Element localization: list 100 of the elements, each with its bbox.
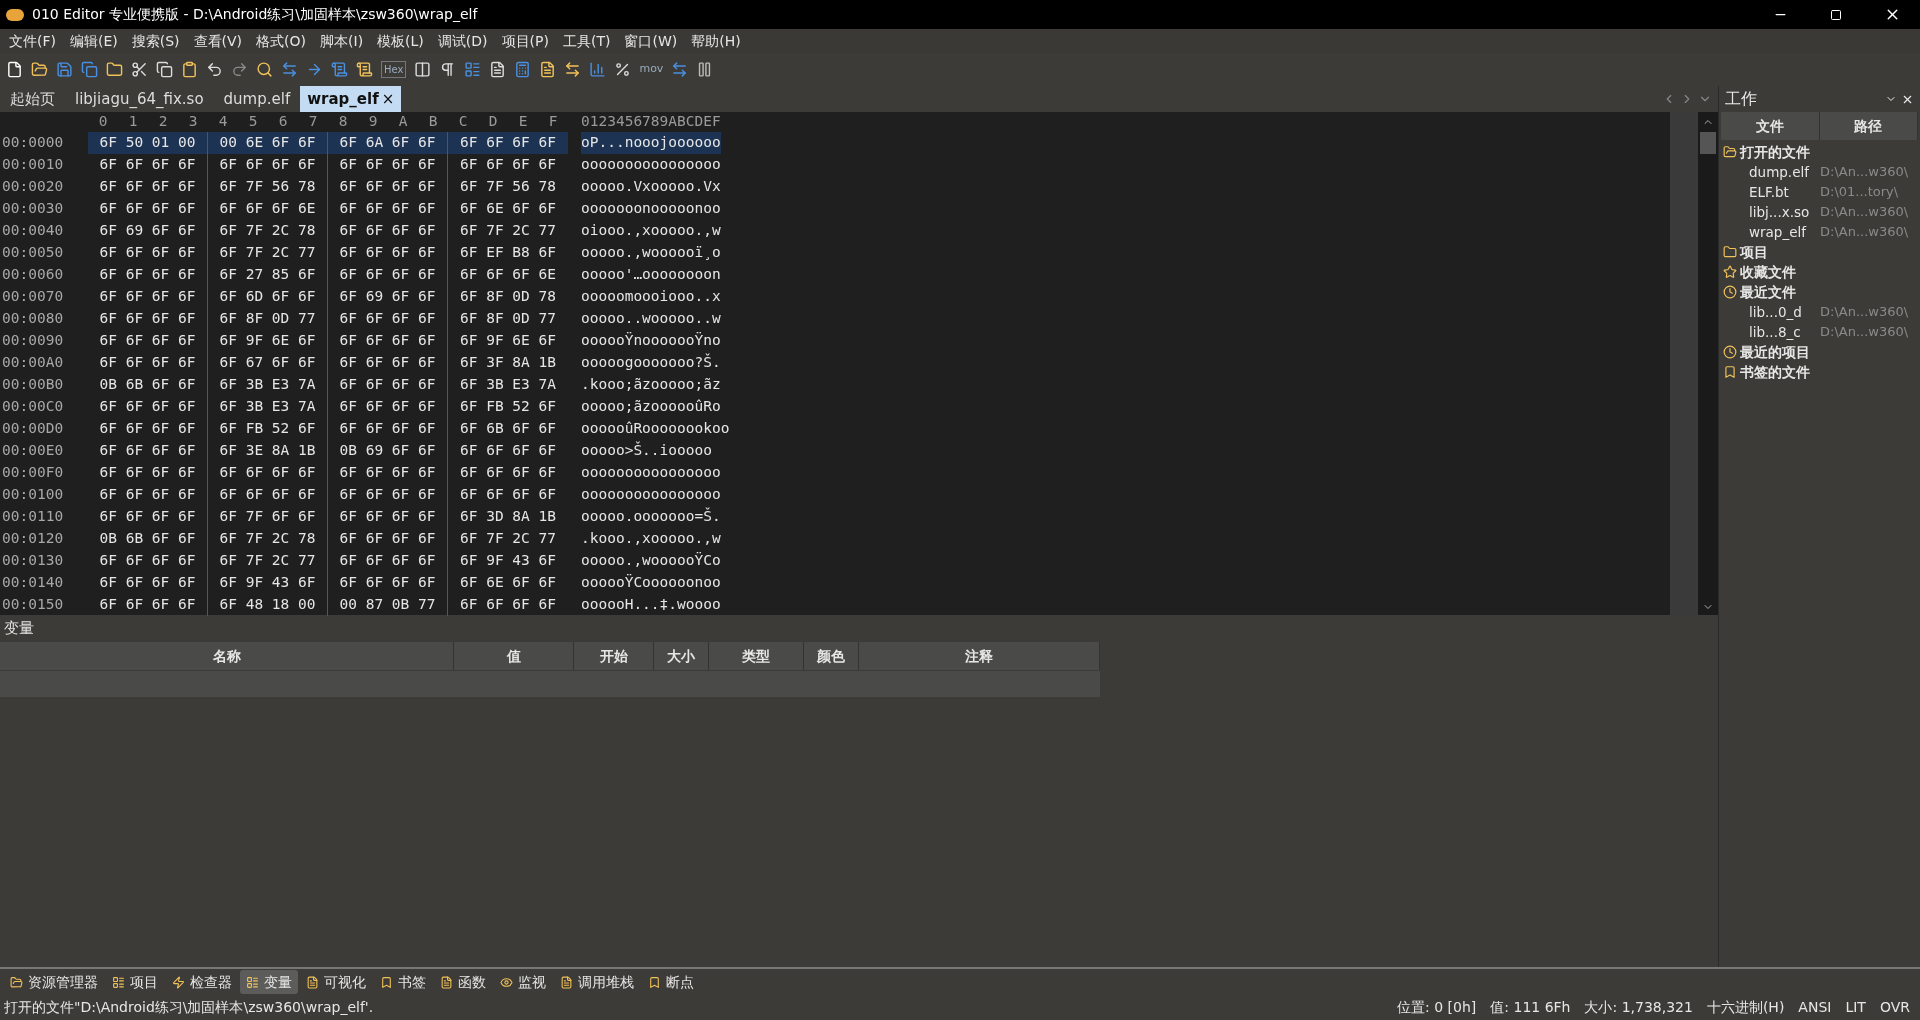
file-name[interactable]: lib...0_d	[1719, 301, 1820, 323]
menu-item[interactable]: 模板(L)	[370, 30, 431, 52]
column-header: 9	[367, 112, 379, 132]
new-file-icon[interactable]	[6, 61, 23, 78]
menu-item[interactable]: 工具(T)	[555, 30, 618, 52]
file-name[interactable]: lib...8_c	[1719, 321, 1820, 343]
menu-item[interactable]: 窗口(W)	[617, 30, 685, 52]
panel-tab[interactable]: 变量	[240, 970, 298, 994]
menu-item[interactable]: 调试(D)	[430, 30, 495, 52]
menu-item[interactable]: 格式(O)	[249, 30, 314, 52]
row-offset: 00:0150	[1, 595, 65, 615]
hex-bytes: 6F 6F 6F 6F	[88, 176, 208, 198]
list-icon[interactable]	[464, 61, 482, 78]
row-offset: 00:0030	[1, 199, 65, 219]
file-tab[interactable]: libjiagu_64_fix.so	[65, 86, 214, 112]
hex-bytes: 6F 7F 2C 77	[459, 221, 557, 241]
paste-icon[interactable]	[181, 61, 198, 78]
menu-item[interactable]: 脚本(I)	[313, 30, 371, 52]
hex-bytes: 6F 6F 6F 6F	[88, 418, 208, 440]
hex-bytes: 6F 6F 6F 6F	[208, 484, 328, 506]
hex-mode-button[interactable]: Hex	[381, 61, 407, 78]
replace-icon[interactable]	[281, 61, 298, 78]
save-all-icon[interactable]	[81, 61, 98, 78]
hex-bytes: 6F FB 52 6F	[459, 397, 557, 417]
ascii-text: oooooŸCoooooonoo	[581, 573, 721, 593]
panel-tab[interactable]: 书签	[374, 970, 432, 994]
tree-item[interactable]: 收藏文件	[1740, 261, 1796, 283]
tree-item[interactable]: 项目	[1740, 241, 1768, 263]
menu-item[interactable]: 编辑(E)	[63, 30, 125, 52]
column-header[interactable]: 路径	[1819, 112, 1918, 140]
ascii-text: ooooo;ãzoooooûRo	[581, 397, 721, 417]
row-offset: 00:0140	[1, 573, 65, 593]
status-message: 打开的文件"D:\Android练习\加固样本\zsw360\wrap_elf'.	[4, 998, 374, 1017]
row-offset: 00:0060	[1, 265, 65, 285]
panel-tab[interactable]: 函数	[434, 970, 492, 994]
redo-icon[interactable]	[231, 61, 248, 78]
compare-icon[interactable]	[539, 61, 557, 78]
row-offset: 00:00B0	[1, 375, 65, 395]
menu-item[interactable]: 搜索(S)	[124, 30, 187, 52]
script-icon[interactable]	[331, 61, 348, 78]
cut-icon[interactable]	[131, 61, 148, 78]
file-name[interactable]: ELF.bt	[1719, 181, 1820, 203]
hex-bytes: 6F EF B8 6F	[459, 243, 557, 263]
hex-bytes: 6F 6F 6F 6F	[459, 463, 557, 483]
file-name[interactable]: libj...x.so	[1719, 201, 1820, 223]
vertical-scrollbar[interactable]	[1698, 112, 1718, 615]
hex-bytes: 6F 6F 6F 6F	[88, 352, 208, 374]
file-name[interactable]: wrap_elf	[1719, 221, 1820, 243]
menu-item[interactable]: 项目(P)	[494, 30, 556, 52]
calculator-icon[interactable]	[514, 61, 532, 78]
panel-tab[interactable]: 断点	[642, 970, 700, 994]
swap-icon[interactable]	[564, 61, 582, 78]
panel-tab[interactable]: 项目	[106, 970, 164, 994]
menu-item[interactable]: 文件(F)	[2, 30, 63, 52]
status-field: 值: 111 6Fh	[1490, 997, 1571, 1018]
hex-bytes: 6F 6F 6F 6F	[88, 594, 208, 616]
copy-icon[interactable]	[156, 61, 173, 78]
file-tab[interactable]: 起始页	[0, 86, 65, 112]
mov-button[interactable]: mov	[639, 61, 664, 78]
save-icon[interactable]	[56, 61, 73, 78]
menu-item[interactable]: 帮助(H)	[684, 30, 748, 52]
histogram-icon[interactable]	[589, 61, 607, 78]
percent-icon[interactable]	[614, 61, 632, 78]
column-header: B	[427, 112, 439, 132]
panel-tab[interactable]: 调用堆栈	[554, 970, 640, 994]
panel-tab[interactable]: 监视	[494, 970, 552, 994]
ascii-text: oooooŸnooooooŸno	[581, 331, 721, 351]
row-offset: 00:00C0	[1, 397, 65, 417]
window-title: 010 Editor 专业便携版 - D:\Android练习\加固样本\zsw360\wrap_elf	[32, 5, 478, 24]
search-icon[interactable]	[256, 61, 273, 78]
goto-icon[interactable]	[306, 61, 323, 78]
highlight-icon[interactable]	[489, 61, 507, 78]
panel-tab[interactable]: 资源管理器	[4, 970, 104, 994]
undo-icon[interactable]	[206, 61, 223, 78]
hex-bytes: 6F 6F 6F 6F	[328, 330, 448, 352]
panel-tab[interactable]: 可视化	[300, 970, 372, 994]
open-folder-icon[interactable]	[31, 61, 48, 78]
hex-bytes: 6F 6F 6F 6F	[88, 308, 208, 330]
hex-bytes: 6F 6F 6F 6F	[459, 485, 557, 505]
hex-bytes: 6F 6F 6F 6F	[459, 441, 557, 461]
column-header: 7	[307, 112, 319, 132]
file-tab[interactable]: wrap_elf ×	[300, 86, 402, 112]
scroll-thumb[interactable]	[1700, 132, 1716, 154]
convert-icon[interactable]	[671, 61, 689, 78]
tree-item[interactable]: 最近的项目	[1740, 341, 1810, 363]
column-header[interactable]: 文件	[1721, 112, 1820, 140]
restore-icon[interactable]	[1830, 8, 1842, 21]
file-tab[interactable]: dump.elf	[213, 86, 301, 112]
tree-item[interactable]: 打开的文件	[1740, 141, 1810, 163]
tab-icon	[112, 975, 125, 989]
template-icon[interactable]	[356, 61, 373, 78]
tree-item[interactable]: 最近文件	[1740, 281, 1796, 303]
columns-icon[interactable]	[414, 61, 432, 78]
tree-item[interactable]: 书签的文件	[1740, 361, 1810, 383]
tab-close-button[interactable]: ×	[381, 87, 395, 111]
hex-bytes: 6F 7F 6F 6F	[208, 506, 328, 528]
file-name[interactable]: dump.elf	[1719, 161, 1820, 183]
row-offset: 00:0080	[1, 309, 65, 329]
menu-item[interactable]: 查看(V)	[186, 30, 250, 52]
panel-tab[interactable]: 检查器	[166, 970, 238, 994]
